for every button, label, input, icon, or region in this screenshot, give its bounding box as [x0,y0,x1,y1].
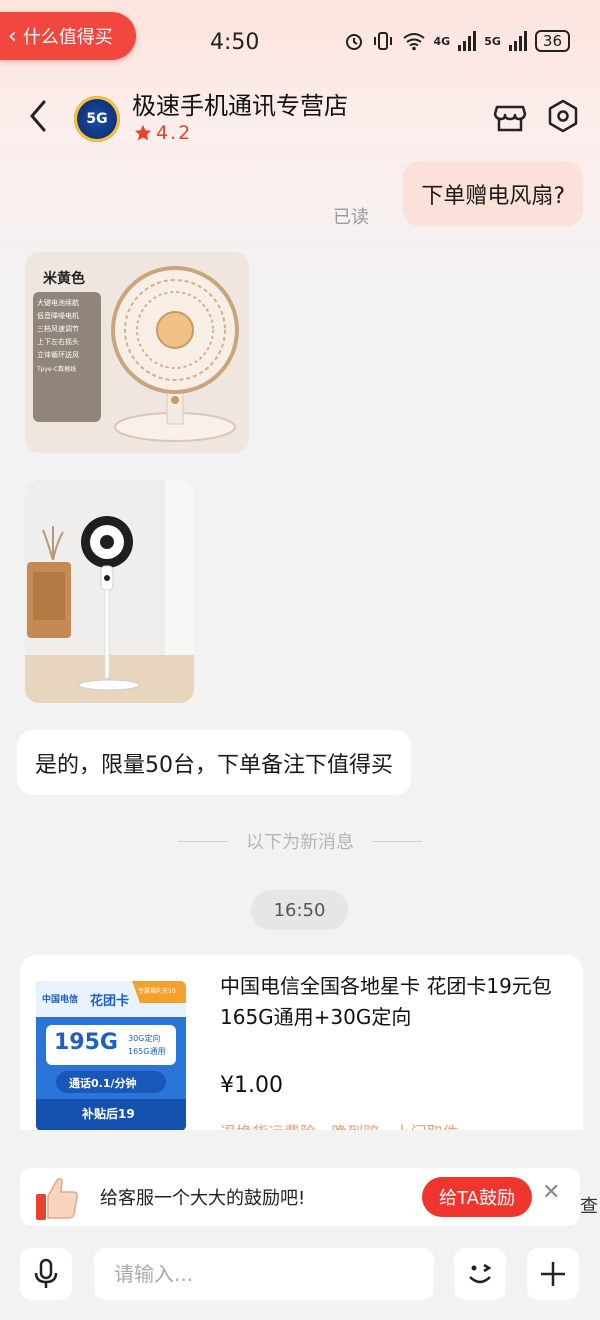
feature-list-panel: 大键电池续航 低音降噪电机 三档风速调节 上下左右摇头 立体循环送风 Tpye-… [33,292,101,422]
divider-text: 以下为新消息 [246,832,354,853]
image-color-label: 米黄色 [43,271,85,287]
battery-indicator: 36 [534,30,570,52]
encourage-button[interactable]: 给TA鼓励 [422,1177,532,1217]
feature-item: 上下左右摇头 [37,338,79,346]
encourage-banner: 给客服一个大大的鼓励吧! 给TA鼓励 ✕ [20,1168,580,1226]
plus-icon [541,1262,565,1286]
sim-card-name: 花团卡 [90,994,130,1009]
feature-item: 大键电池续航 [37,299,79,307]
fan-product-image-1[interactable]: 米黄色 大键电池续航 低音降噪电机 三档风速调节 上下左右摇头 立体循环送风 T… [25,252,249,453]
message-input[interactable] [94,1248,434,1300]
settings-icon[interactable] [545,98,581,134]
vibrate-icon [373,32,392,50]
divider-line [178,840,228,842]
microphone-icon [34,1258,58,1288]
voice-button[interactable] [20,1248,72,1300]
system-icons: 4G 5G 36 [344,30,570,52]
signal-icon [458,31,477,51]
sim-call-rate: 通话0.1/分钟 [69,1077,137,1090]
feature-item: 立体循环送风 [37,351,79,359]
alarm-icon [345,34,362,50]
back-arrow-icon[interactable] [24,94,54,138]
incoming-message-bubble[interactable]: 是的，限量50台，下单备注下值得买 [17,730,411,795]
network-5g-label: 5G [484,34,501,48]
new-messages-divider: 以下为新消息 [0,828,600,854]
product-card[interactable]: 中国电信 花团卡 专属福利充50 195G 30G定向 165G通用 通话0.1… [20,955,583,1130]
chat-header: 5G 极速手机通讯专营店 4.2 [0,80,600,160]
back-to-app-button[interactable]: ‹ 什么值得买 [0,12,136,60]
thumbs-up-icon [36,1178,78,1220]
sim-tag: 专属福利充50 [138,988,176,995]
read-receipt: 已读 [333,207,369,228]
divider-line [372,840,422,842]
sim-data-sub1: 30G定向 [128,1034,161,1043]
more-actions-button[interactable] [527,1248,579,1300]
feature-item: 三档风速调节 [37,325,79,333]
store-icon[interactable] [492,98,528,134]
star-icon [134,124,152,141]
chevron-left-icon: ‹ [8,23,17,49]
product-service-tags: 退换货运费险 · 晚到赔 · 上门取件 [220,1119,459,1130]
sim-data-amount: 195G [54,1030,118,1055]
message-timestamp: 16:50 [251,890,348,930]
shop-avatar[interactable]: 5G [74,96,120,142]
wifi-icon [402,33,425,51]
sim-data-sub2: 165G通用 [128,1047,166,1056]
shop-name[interactable]: 极速手机通讯专营店 [132,86,348,121]
rating-value: 4.2 [156,122,193,144]
back-app-label: 什么值得买 [22,27,113,48]
product-price: ¥1.00 [220,1073,283,1098]
emoji-face-icon [469,1263,492,1284]
sim-card-product-image: 中国电信 花团卡 专属福利充50 195G 30G定向 165G通用 通话0.1… [36,981,186,1130]
offscreen-chip-text[interactable]: 查 [580,1192,600,1218]
product-title[interactable]: 中国电信全国各地星卡 花团卡19元包165G通用+30G定向 [220,971,570,1033]
feature-item: 低音降噪电机 [37,312,79,320]
encourage-text: 给客服一个大大的鼓励吧! [100,1188,306,1209]
close-icon[interactable]: ✕ [542,1180,560,1205]
cable-label: Tpye-C数据线 [37,366,77,373]
shop-rating: 4.2 [134,122,192,144]
network-4g-label: 4G [433,34,451,48]
avatar-text: 5G [86,111,108,127]
signal-icon-2 [508,31,527,51]
input-bar [0,1240,600,1320]
sim-brand: 中国电信 [42,995,79,1005]
standing-fan-illustration [25,480,194,703]
emoji-button[interactable] [454,1248,506,1300]
fan-product-image-2[interactable] [25,480,194,703]
sim-subsidy: 补贴后19 [82,1107,135,1121]
desk-fan-illustration [111,266,239,442]
status-bar: ‹ 什么值得买 4:50 4G 5G 36 [0,0,600,80]
outgoing-message-bubble[interactable]: 下单赠电风扇? [403,161,583,226]
clock: 4:50 [210,30,260,55]
